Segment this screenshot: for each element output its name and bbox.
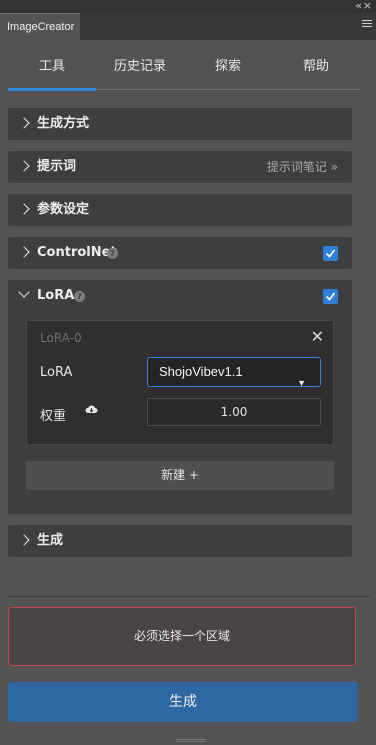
section-generation-method[interactable]: 生成方式 [8, 108, 352, 140]
close-icon[interactable]: ✕ [311, 327, 324, 346]
tab-tools[interactable]: 工具 [8, 52, 96, 90]
controlnet-checkbox[interactable] [323, 246, 338, 261]
resize-grip[interactable] [176, 739, 206, 742]
lora-checkbox[interactable] [323, 289, 338, 304]
tab-history[interactable]: 历史记录 [96, 52, 184, 90]
prompt-notes-link[interactable]: 提示词笔记 » [267, 151, 338, 183]
section-controlnet[interactable]: ControlNet ? [8, 237, 352, 269]
close-panel-icon[interactable]: × [363, 0, 372, 12]
chevron-right-icon [18, 117, 30, 129]
tab-help[interactable]: 帮助 [272, 52, 360, 90]
weight-label: 权重 [40, 409, 67, 424]
lora-section-body: LoRA-0 ✕ LoRA ShojoVibev1.1 ▼ 权重 1.00 新建… [8, 310, 352, 514]
panel-top-strip: « × [0, 0, 376, 13]
panel-menu-icon[interactable] [362, 20, 372, 29]
selection-warning: 必须选择一个区域 [8, 607, 356, 666]
collapse-panel-icon[interactable]: « [355, 0, 362, 12]
main-nav: 工具 历史记录 探索 帮助 [8, 52, 360, 92]
chevron-down-icon: ▼ [297, 378, 306, 388]
section-generate[interactable]: 生成 [8, 525, 352, 557]
footer-divider [8, 596, 370, 597]
section-prompt[interactable]: 提示词 提示词笔记 » [8, 151, 352, 183]
panel-tab-bar: ImageCreator [0, 13, 376, 40]
help-icon[interactable]: ? [107, 248, 118, 259]
section-label: 生成方式 [37, 116, 90, 131]
chevron-right-icon [18, 203, 30, 215]
lora-model-label: LoRA [40, 365, 73, 380]
section-label: ControlNet [37, 245, 117, 260]
panel-title-tab[interactable]: ImageCreator [0, 13, 80, 40]
cloud-icon[interactable] [85, 404, 98, 414]
section-label: 提示词 [37, 159, 77, 174]
lora-model-value: ShojoVibev1.1 [159, 364, 243, 379]
section-lora[interactable]: LoRA ? [8, 280, 352, 310]
lora-item-title: LoRA-0 [40, 331, 82, 345]
weight-input[interactable]: 1.00 [147, 398, 321, 426]
chevron-right-icon [18, 534, 30, 546]
help-icon[interactable]: ? [74, 291, 85, 302]
section-label: 参数设定 [37, 202, 90, 217]
chevron-right-icon [18, 160, 30, 172]
nav-active-indicator [8, 88, 96, 91]
section-label: LoRA [37, 288, 75, 303]
add-lora-button[interactable]: 新建 + [26, 461, 334, 490]
section-params[interactable]: 参数设定 [8, 194, 352, 226]
lora-model-select[interactable]: ShojoVibev1.1 ▼ [147, 357, 321, 388]
section-label: 生成 [37, 533, 64, 548]
chevron-down-icon [18, 286, 30, 298]
lora-item-card: LoRA-0 ✕ LoRA ShojoVibev1.1 ▼ 权重 1.00 [26, 320, 334, 445]
generate-button[interactable]: 生成 [8, 682, 358, 722]
chevron-right-icon [18, 246, 30, 258]
tab-explore[interactable]: 探索 [184, 52, 272, 90]
